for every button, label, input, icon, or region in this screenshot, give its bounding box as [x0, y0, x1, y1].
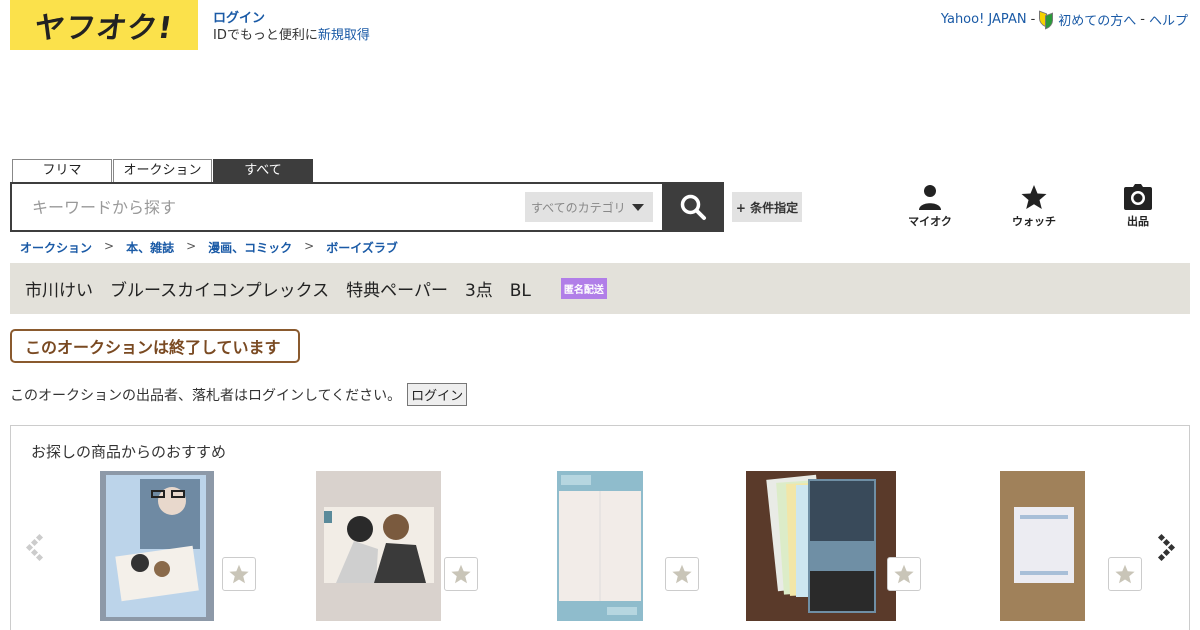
help-link[interactable]: ヘルプ [1149, 10, 1188, 29]
search-tabs: フリマ オークション すべて [12, 159, 313, 183]
breadcrumb-books[interactable]: 本、雑誌 [126, 239, 174, 256]
reco-item-image[interactable] [100, 471, 214, 621]
user-icon [919, 185, 941, 210]
nav-myauction[interactable]: マイオク [890, 184, 970, 229]
condition-button[interactable]: + 条件指定 [732, 192, 802, 222]
beginners-link[interactable]: 初めての方へ [1058, 10, 1136, 29]
logo-text: ヤフオク! [32, 11, 176, 46]
nav-sell-label: 出品 [1127, 215, 1149, 228]
breadcrumb-separator: > [186, 239, 197, 253]
recommendations-panel: お探しの商品からのおすすめ [10, 425, 1190, 630]
breadcrumb-manga[interactable]: 漫画、コミック [208, 239, 292, 256]
link-separator: - [1140, 12, 1145, 27]
item-title-bar: 市川けい ブルースカイコンプレックス 特典ペーパー 3点 BL 匿名配送 [10, 263, 1190, 314]
search-button[interactable] [662, 182, 724, 232]
carousel-next-icon[interactable] [1156, 531, 1176, 561]
login-block: ログイン IDでもっと便利に新規取得 [213, 10, 370, 44]
login-notice: このオークションの出品者、落札者はログインしてください。 ログイン [10, 383, 468, 406]
category-select[interactable]: すべてのカテゴリ [525, 192, 653, 222]
yahuoku-logo[interactable]: ヤフオク! [10, 0, 198, 50]
nav-watch-label: ウォッチ [1012, 215, 1056, 228]
breadcrumb-auction[interactable]: オークション [20, 239, 92, 256]
star-icon [894, 564, 914, 584]
nav-myauction-label: マイオク [908, 215, 952, 228]
signup-link[interactable]: 新規取得 [318, 28, 370, 43]
login-button[interactable]: ログイン [407, 383, 468, 406]
reco-item-image[interactable] [316, 471, 441, 621]
watch-button[interactable] [444, 557, 478, 591]
star-icon [229, 564, 249, 584]
breadcrumb-separator: > [104, 239, 115, 253]
recommendations-title: お探しの商品からのおすすめ [31, 443, 227, 461]
watch-button[interactable] [887, 557, 921, 591]
carousel-prev-icon[interactable] [25, 531, 45, 561]
beginner-icon [1039, 12, 1052, 27]
tab-all[interactable]: すべて [213, 159, 313, 183]
search-icon [680, 194, 706, 220]
search-box: すべてのカテゴリ [10, 182, 724, 232]
breadcrumb-bl[interactable]: ボーイズラブ [326, 239, 398, 256]
tab-furima[interactable]: フリマ [12, 159, 112, 183]
watch-button[interactable] [1108, 557, 1142, 591]
id-prefix: IDでもっと便利に [213, 28, 318, 43]
star-icon [672, 564, 692, 584]
caret-down-icon [631, 203, 644, 211]
nav-watch[interactable]: ウォッチ [994, 184, 1074, 229]
watch-button[interactable] [222, 557, 256, 591]
item-title: 市川けい ブルースカイコンプレックス 特典ペーパー 3点 BL [25, 281, 531, 301]
star-icon [1115, 564, 1135, 584]
reco-item-image[interactable] [746, 471, 896, 621]
top-links: Yahoo! JAPAN - 初めての方へ - ヘルプ [941, 10, 1188, 29]
tab-auction[interactable]: オークション [113, 159, 212, 183]
reco-item-image[interactable] [1000, 471, 1085, 621]
id-line: IDでもっと便利に新規取得 [213, 27, 370, 44]
auction-ended-notice: このオークションは終了しています [10, 329, 300, 363]
star-icon [451, 564, 471, 584]
login-notice-text: このオークションの出品者、落札者はログインしてください。 [10, 387, 402, 404]
anonymous-shipping-badge: 匿名配送 [560, 278, 607, 299]
yahoo-japan-link[interactable]: Yahoo! JAPAN [941, 12, 1027, 27]
breadcrumb: オークション > 本、雑誌 > 漫画、コミック > ボーイズラブ [20, 239, 398, 256]
login-link[interactable]: ログイン [213, 11, 265, 26]
reco-item-image[interactable] [557, 471, 643, 621]
star-icon [1021, 185, 1047, 209]
link-separator: - [1030, 12, 1036, 27]
search-input[interactable] [12, 184, 522, 230]
nav-sell[interactable]: 出品 [1098, 184, 1178, 229]
camera-icon [1124, 184, 1152, 210]
breadcrumb-separator: > [304, 239, 315, 253]
category-label: すべてのカテゴリ [531, 200, 626, 215]
watch-button[interactable] [665, 557, 699, 591]
